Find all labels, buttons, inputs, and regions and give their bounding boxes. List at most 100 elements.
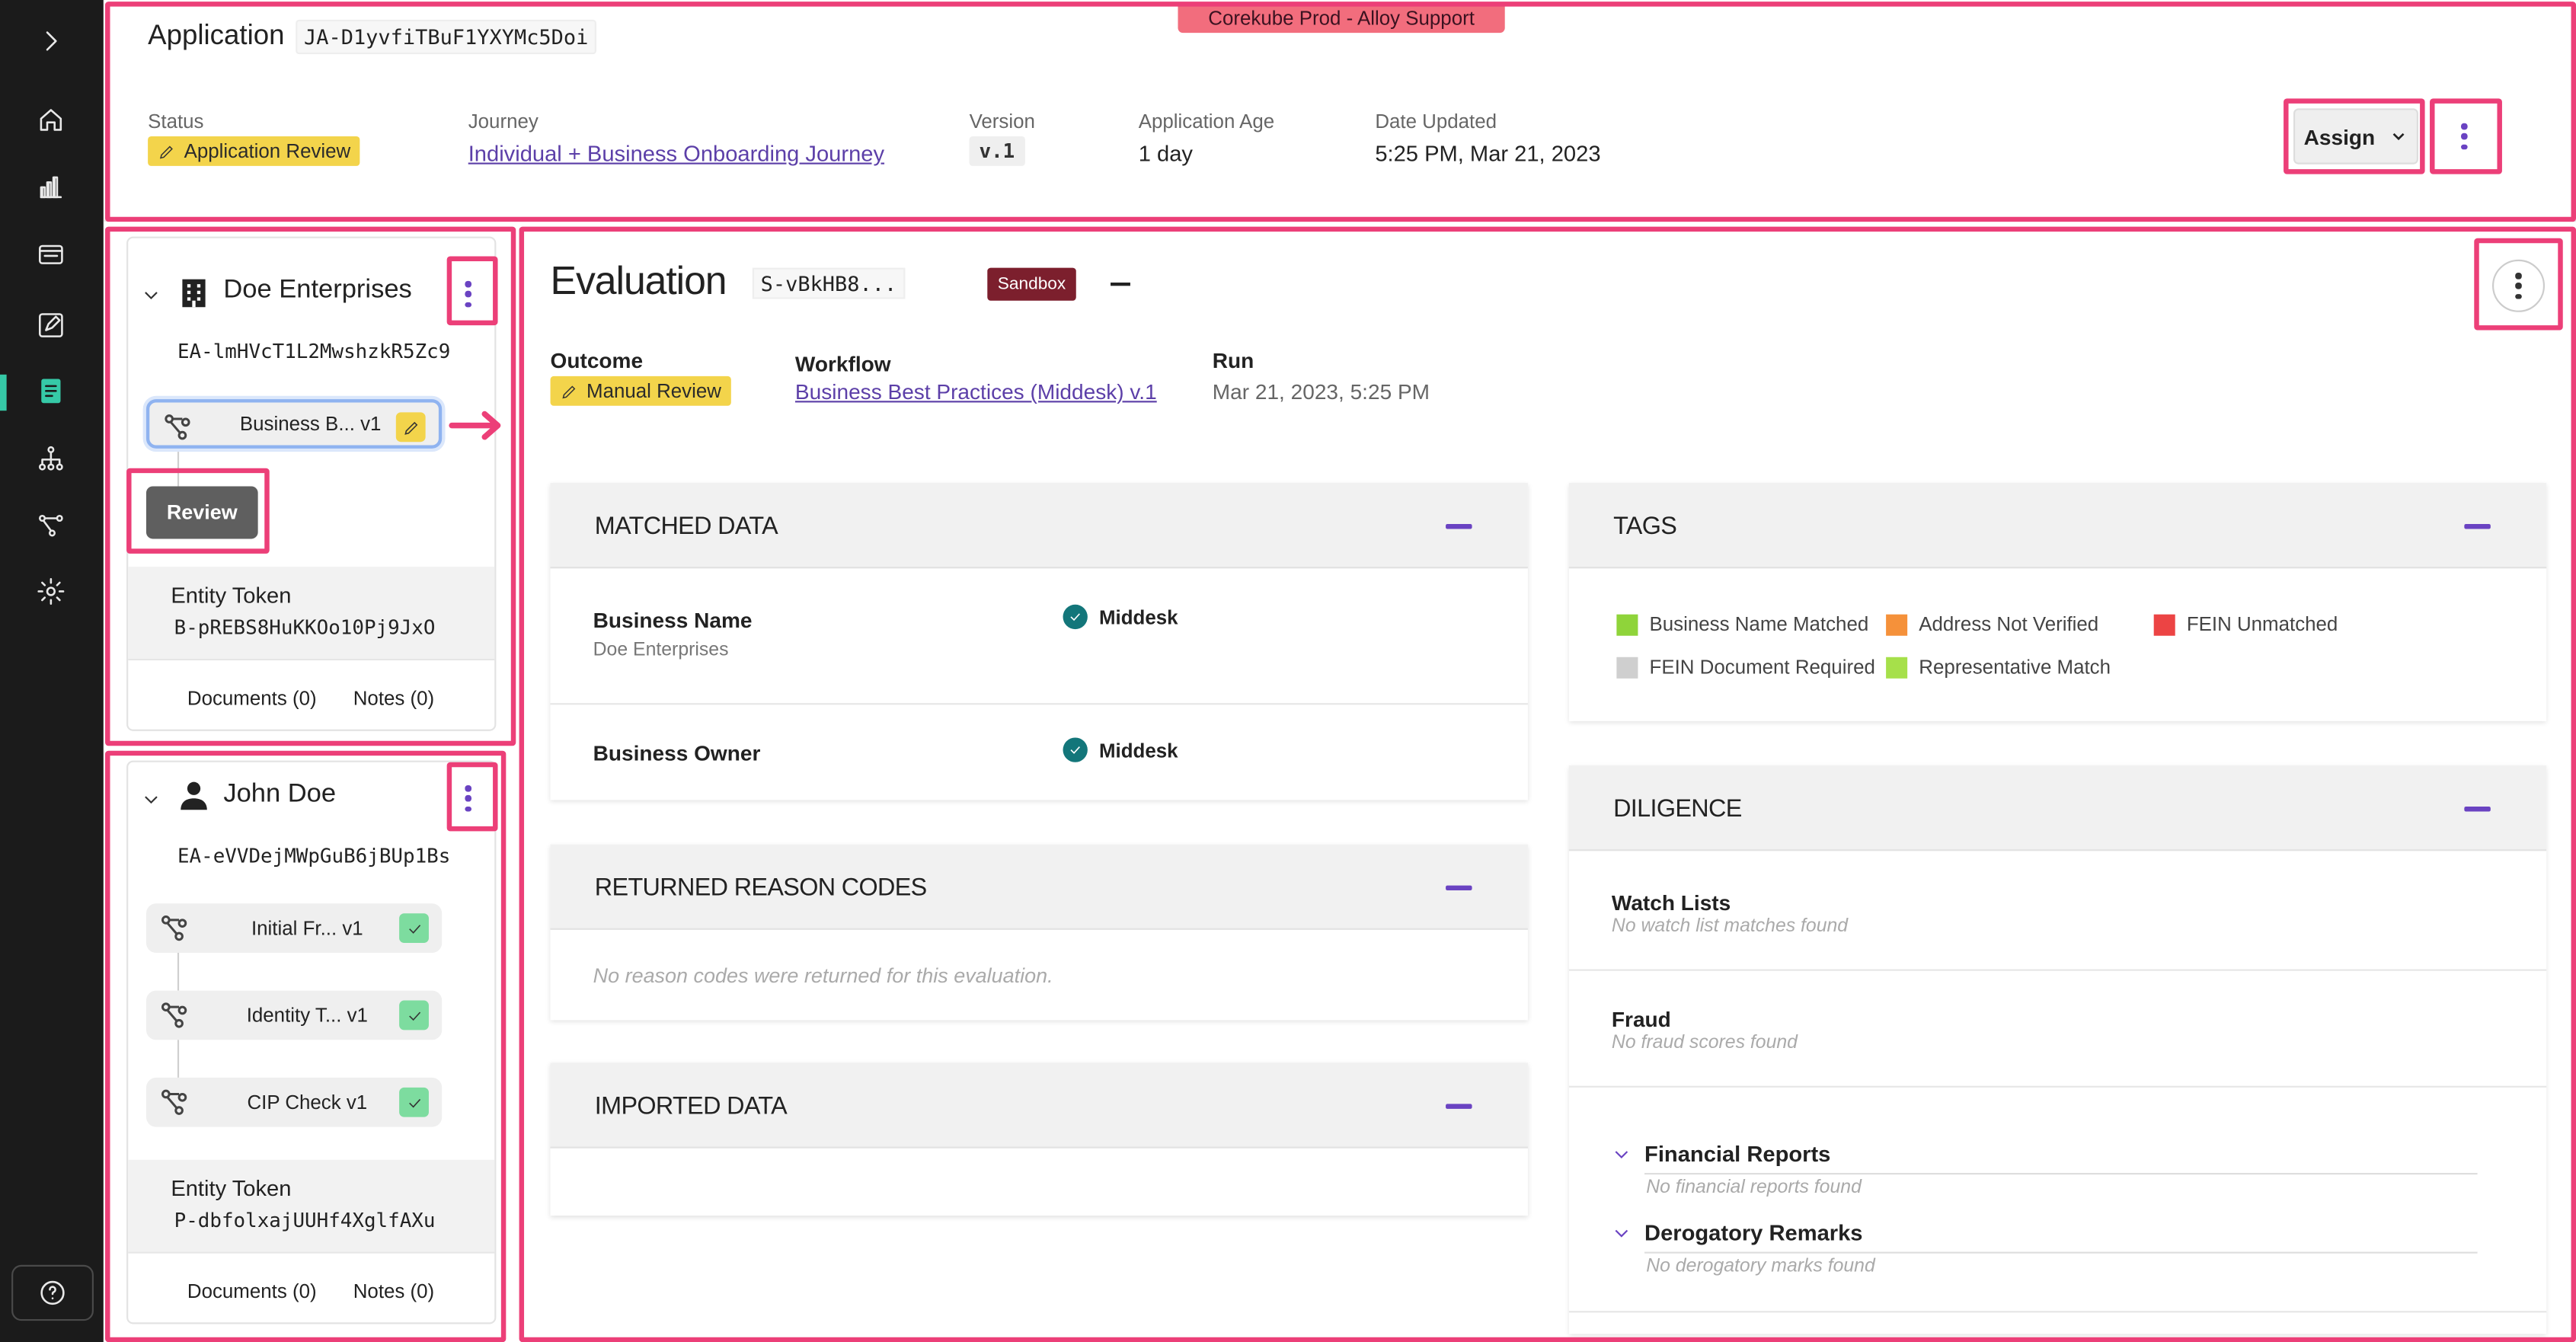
entity-more-button[interactable] xyxy=(449,273,488,315)
help-icon xyxy=(40,1280,66,1306)
kebab-icon xyxy=(2515,273,2522,299)
edit-status-button[interactable] xyxy=(395,412,426,443)
workflow-icon[interactable] xyxy=(33,507,69,543)
arrow-right-icon xyxy=(449,411,501,440)
application-more-button[interactable] xyxy=(2437,108,2492,164)
entity-id: EA-lmHVcT1L2MwshzkR5Zc9 xyxy=(177,340,451,363)
row-divider xyxy=(550,703,1528,705)
outcome-text: Manual Review xyxy=(586,379,721,403)
pencil-icon xyxy=(159,145,173,158)
collapse-icon[interactable] xyxy=(1446,885,1472,891)
environment-banner: Corekube Prod - Alloy Support xyxy=(1178,5,1505,34)
workflow-label: Initial Fr... v1 xyxy=(251,916,363,940)
matched-row-title: Business Name xyxy=(593,608,753,633)
tag-label: FEIN Unmatched xyxy=(2186,612,2338,636)
application-id: JA-D1yvfiTBuF1YXYMc5Doi xyxy=(296,19,597,55)
panel-title: MATCHED DATA xyxy=(594,512,778,541)
source-tag: Middesk xyxy=(1063,604,1178,630)
entity-links: Documents (0) Notes (0) xyxy=(128,658,495,731)
book-icon[interactable] xyxy=(33,373,69,409)
watch-lists-empty: No watch list matches found xyxy=(1611,916,1849,937)
run-value: Mar 21, 2023, 5:25 PM xyxy=(1212,379,1430,404)
settings-icon[interactable] xyxy=(33,574,69,609)
row-divider xyxy=(1568,1085,2547,1088)
collapse-icon[interactable] xyxy=(1446,1104,1472,1109)
token-label: Entity Token xyxy=(171,583,292,609)
outcome-badge: Manual Review xyxy=(550,375,731,408)
chevron-down-icon xyxy=(1615,1229,1628,1237)
minus-icon[interactable] xyxy=(1111,282,1130,286)
age-label: Application Age xyxy=(1138,110,1275,133)
evaluation-more-button[interactable] xyxy=(2492,259,2546,312)
hierarchy-icon[interactable] xyxy=(33,440,69,476)
assign-button[interactable]: Assign xyxy=(2293,108,2418,165)
tag-item: Business Name Matched xyxy=(1616,613,1868,636)
version-value: v.1 xyxy=(969,136,1025,166)
workflow-icon xyxy=(161,915,187,941)
workflow-pill[interactable]: Initial Fr... v1 xyxy=(145,903,443,953)
collapse-icon[interactable] xyxy=(2464,807,2491,812)
notes-link[interactable]: Notes (0) xyxy=(353,687,434,710)
entity-name: John Doe xyxy=(223,780,337,809)
fraud-title: Fraud xyxy=(1611,1007,1671,1032)
status-text: Application Review xyxy=(184,139,351,163)
help-button[interactable] xyxy=(11,1264,94,1321)
matched-row-value: Doe Enterprises xyxy=(593,641,729,661)
workflow-pill[interactable]: Business B... v1 xyxy=(145,399,443,449)
workflow-pill[interactable]: Identity T... v1 xyxy=(145,990,443,1040)
application-title: Application xyxy=(148,19,285,51)
check-circle-icon xyxy=(1063,604,1088,630)
tag-label: Business Name Matched xyxy=(1649,612,1869,636)
workflow-link[interactable]: Business Best Practices (Middesk) v.1 xyxy=(795,379,1157,404)
tags-panel: TAGS Business Name Matched Address Not V… xyxy=(1568,483,2547,721)
bar-chart-icon[interactable] xyxy=(33,169,69,205)
source-tag: Middesk xyxy=(1063,737,1178,762)
evaluation-title: Evaluation xyxy=(550,259,727,305)
kebab-icon xyxy=(465,784,471,812)
run-label: Run xyxy=(1212,348,1254,373)
tag-color-swatch xyxy=(1616,656,1638,678)
panel-title: DILIGENCE xyxy=(1613,794,1742,823)
workflow-icon xyxy=(161,1089,187,1116)
outcome-label: Outcome xyxy=(550,348,644,373)
documents-link[interactable]: Documents (0) xyxy=(187,1280,317,1302)
edit-icon[interactable] xyxy=(33,307,69,343)
derogatory-remarks-empty: No derogatory marks found xyxy=(1646,1257,1875,1276)
journey-label: Journey xyxy=(468,110,539,133)
row-divider xyxy=(1568,1311,2547,1313)
collapse-icon[interactable] xyxy=(2464,524,2491,529)
workflow-pill[interactable]: CIP Check v1 xyxy=(145,1077,443,1127)
financial-reports-toggle[interactable]: Financial Reports xyxy=(1612,1142,1830,1166)
app-root: Corekube Prod - Alloy Support Applicatio… xyxy=(0,0,2576,1342)
section-underline xyxy=(1644,1173,2478,1175)
chevron-right-icon[interactable] xyxy=(33,23,69,59)
home-icon[interactable] xyxy=(33,102,69,138)
chevron-down-icon[interactable] xyxy=(141,788,161,808)
person-icon xyxy=(179,781,209,810)
chevron-down-icon[interactable] xyxy=(141,284,161,304)
tag-color-swatch xyxy=(2153,613,2175,635)
tag-label: FEIN Document Required xyxy=(1649,655,1875,679)
inbox-icon[interactable] xyxy=(33,237,69,273)
evaluation-id: S-vBkHB8... xyxy=(752,267,906,299)
active-nav-indicator xyxy=(0,374,7,411)
sandbox-badge: Sandbox xyxy=(987,267,1076,301)
diligence-panel: DILIGENCE Watch Lists No watch list matc… xyxy=(1568,765,2547,1334)
collapse-icon[interactable] xyxy=(1446,524,1472,529)
entity-name: Doe Enterprises xyxy=(223,276,412,305)
notes-link[interactable]: Notes (0) xyxy=(353,1280,434,1302)
derogatory-remarks-toggle[interactable]: Derogatory Remarks xyxy=(1612,1221,1863,1245)
kebab-icon xyxy=(465,280,471,308)
documents-link[interactable]: Documents (0) xyxy=(187,687,317,710)
entity-token-box: Entity Token B-pREBS8HuKKOo10Pj9JxO xyxy=(128,567,495,659)
review-button[interactable]: Review xyxy=(145,486,258,539)
journey-link[interactable]: Individual + Business Onboarding Journey xyxy=(468,141,884,165)
source-name: Middesk xyxy=(1098,605,1178,629)
tag-color-swatch xyxy=(1886,656,1908,678)
date-updated-value: 5:25 PM, Mar 21, 2023 xyxy=(1375,141,1601,166)
entity-card-person: John Doe EA-eVVDejMWpGuB6jBUp1Bs Initial… xyxy=(126,760,497,1324)
workflow-icon xyxy=(165,414,191,441)
watch-lists-title: Watch Lists xyxy=(1611,890,1731,915)
date-updated-label: Date Updated xyxy=(1375,110,1497,133)
entity-more-button[interactable] xyxy=(449,777,488,820)
